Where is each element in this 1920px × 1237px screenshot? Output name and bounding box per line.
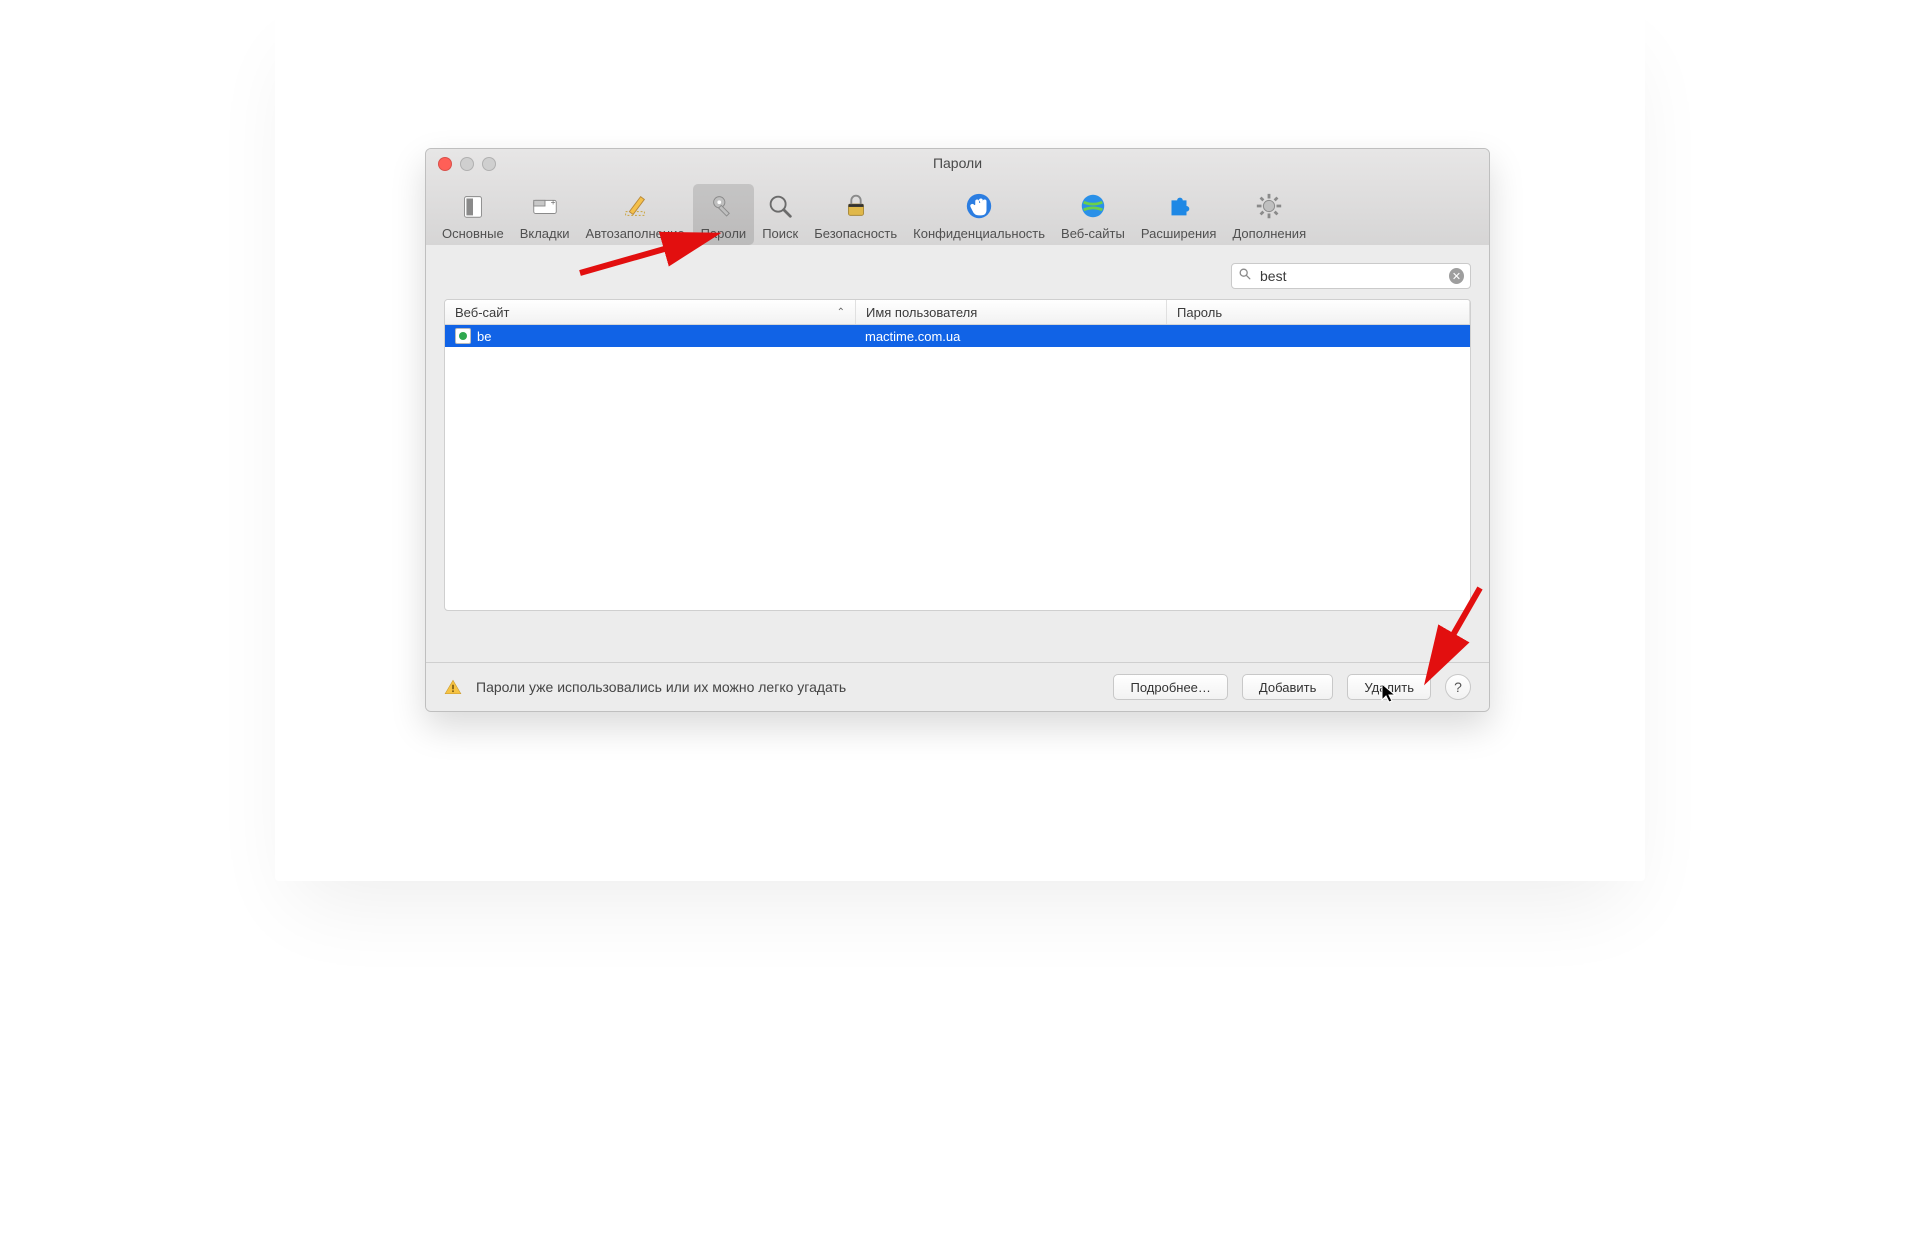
cell-website: be (477, 329, 491, 344)
toolbar-item-websites[interactable]: Веб-сайты (1053, 184, 1133, 245)
column-label: Имя пользователя (866, 305, 977, 320)
warning-icon (444, 678, 462, 696)
toolbar-item-label: Дополнения (1232, 226, 1306, 241)
preferences-window: Пароли Основные + Вкладки Автозаполнение (425, 148, 1490, 712)
toolbar-item-search[interactable]: Поиск (754, 184, 806, 245)
preferences-toolbar: Основные + Вкладки Автозаполнение Пароли (434, 184, 1314, 245)
toolbar-item-label: Расширения (1141, 226, 1217, 241)
warning-text: Пароли уже использовались или их можно л… (476, 679, 846, 695)
toolbar-item-security[interactable]: Безопасность (806, 184, 905, 245)
passwords-pane: ✕ Веб-сайт ⌃ Имя пользователя Пароль (426, 245, 1489, 663)
search-field[interactable]: ✕ (1231, 263, 1471, 289)
tabs-icon: + (529, 190, 561, 222)
toolbar-item-label: Веб-сайты (1061, 226, 1125, 241)
table-row[interactable]: be mactime.com.ua (445, 325, 1470, 347)
column-label: Веб-сайт (455, 305, 509, 320)
column-password[interactable]: Пароль (1167, 300, 1470, 324)
lock-icon (840, 190, 872, 222)
toolbar-item-label: Безопасность (814, 226, 897, 241)
help-button[interactable]: ? (1445, 674, 1471, 700)
toolbar-item-label: Автозаполнение (586, 226, 685, 241)
sort-indicator-icon: ⌃ (837, 307, 845, 318)
favicon-icon (455, 328, 471, 344)
search-input[interactable] (1258, 267, 1443, 285)
cell-username: mactime.com.ua (865, 329, 960, 344)
details-button[interactable]: Подробнее… (1113, 674, 1227, 700)
passwords-table: Веб-сайт ⌃ Имя пользователя Пароль be ma… (444, 299, 1471, 611)
titlebar: Пароли Основные + Вкладки Автозаполнение (426, 149, 1489, 246)
hand-icon (963, 190, 995, 222)
toolbar-item-label: Поиск (762, 226, 798, 241)
column-label: Пароль (1177, 305, 1222, 320)
toolbar-item-label: Конфиденциальность (913, 226, 1045, 241)
table-header: Веб-сайт ⌃ Имя пользователя Пароль (445, 300, 1470, 325)
toolbar-item-advanced[interactable]: Дополнения (1224, 184, 1314, 245)
toolbar-item-label: Основные (442, 226, 504, 241)
toolbar-item-label: Вкладки (520, 226, 570, 241)
toolbar-item-extensions[interactable]: Расширения (1133, 184, 1225, 245)
key-icon (707, 190, 739, 222)
column-username[interactable]: Имя пользователя (856, 300, 1167, 324)
magnifier-icon (764, 190, 796, 222)
remove-button[interactable]: Удалить (1347, 674, 1431, 700)
search-icon (1238, 267, 1252, 286)
toolbar-item-general[interactable]: Основные (434, 184, 512, 245)
footer-bar: Пароли уже использовались или их можно л… (426, 662, 1489, 711)
toolbar-item-autofill[interactable]: Автозаполнение (578, 184, 693, 245)
toolbar-item-passwords[interactable]: Пароли (693, 184, 755, 245)
switch-icon (457, 190, 489, 222)
puzzle-icon (1163, 190, 1195, 222)
gear-icon (1253, 190, 1285, 222)
pencil-icon (619, 190, 651, 222)
add-button[interactable]: Добавить (1242, 674, 1333, 700)
toolbar-item-label: Пароли (701, 226, 747, 241)
toolbar-item-privacy[interactable]: Конфиденциальность (905, 184, 1053, 245)
svg-text:+: + (550, 197, 555, 207)
window-title: Пароли (426, 155, 1489, 171)
globe-icon (1077, 190, 1109, 222)
column-website[interactable]: Веб-сайт ⌃ (445, 300, 856, 324)
toolbar-item-tabs[interactable]: + Вкладки (512, 184, 578, 245)
clear-search-icon[interactable]: ✕ (1449, 268, 1464, 284)
